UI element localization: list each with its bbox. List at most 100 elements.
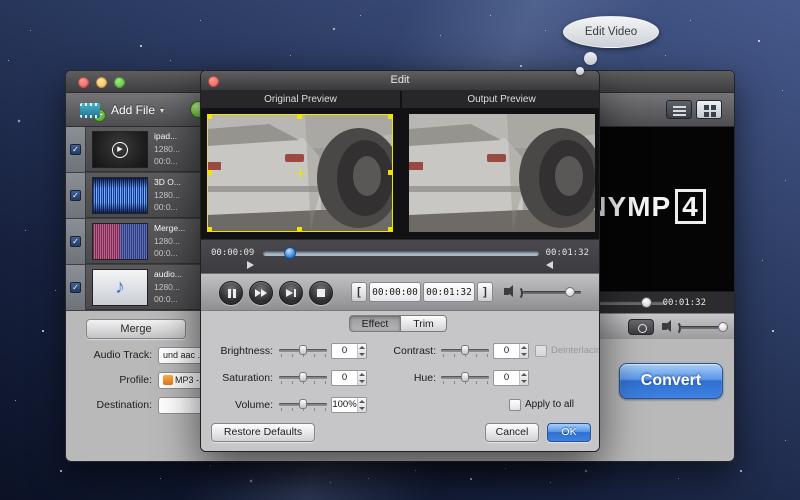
file-checkbox[interactable]: ✓	[70, 190, 81, 201]
checkbox-cell: ✓	[66, 219, 86, 264]
checkbox-cell: ✓	[66, 173, 86, 218]
brightness-value: 0	[332, 344, 357, 358]
hue-value-box[interactable]: 0	[493, 370, 529, 386]
crop-handle[interactable]	[297, 114, 302, 119]
preview-volume-knob[interactable]	[565, 287, 575, 297]
main-volume-slider[interactable]	[680, 326, 728, 329]
volume-label: Volume:	[205, 399, 273, 411]
checkbox-cell: ✓	[66, 265, 86, 310]
step-forward-button[interactable]	[279, 281, 303, 305]
restore-defaults-button[interactable]: Restore Defaults	[211, 423, 315, 442]
file-meta: Merge... 1280... 00:0...	[154, 222, 185, 260]
file-resolution: 1280...	[154, 189, 181, 202]
speaker-icon	[504, 288, 509, 295]
hue-value: 0	[494, 371, 519, 385]
minimize-icon[interactable]	[96, 77, 107, 88]
brightness-slider[interactable]	[279, 345, 327, 359]
stepper-icon[interactable]	[519, 344, 528, 358]
slider-thumb[interactable]	[461, 372, 469, 382]
crop-handle[interactable]	[297, 227, 302, 232]
crop-handle[interactable]	[207, 170, 212, 175]
audio-track-label: Audio Track:	[66, 349, 152, 361]
stepper-icon[interactable]	[357, 344, 366, 358]
edit-dialog-titlebar[interactable]: Edit	[201, 71, 599, 91]
file-checkbox[interactable]: ✓	[70, 236, 81, 247]
file-checkbox[interactable]: ✓	[70, 144, 81, 155]
deinterlacing-checkbox[interactable]	[535, 345, 547, 357]
slider-thumb[interactable]	[299, 372, 307, 382]
merge-button[interactable]: Merge	[86, 319, 186, 339]
apply-to-all-checkbox[interactable]	[509, 399, 521, 411]
checkbox-cell: ✓	[66, 127, 86, 172]
hue-slider[interactable]	[441, 372, 489, 386]
tab-effect[interactable]: Effect	[349, 315, 401, 332]
slider-thumb[interactable]	[461, 345, 469, 355]
seek-knob[interactable]	[641, 297, 652, 308]
dialog-buttons: Restore Defaults Cancel OK	[201, 423, 599, 449]
list-view-button[interactable]	[666, 100, 692, 119]
contrast-value-box[interactable]: 0	[493, 343, 529, 359]
file-meta: 3D O... 1280... 00:0...	[154, 176, 181, 214]
crop-handle[interactable]	[207, 114, 212, 119]
file-name: 3D O...	[154, 176, 181, 189]
crop-handle[interactable]	[388, 114, 393, 119]
brightness-value-box[interactable]: 0	[331, 343, 367, 359]
preview-header: Original Preview Output Preview	[201, 91, 599, 109]
close-icon[interactable]	[78, 77, 89, 88]
pause-button[interactable]	[219, 281, 243, 305]
file-checkbox[interactable]: ✓	[70, 282, 81, 293]
apply-to-all-label: Apply to all	[525, 399, 574, 410]
file-resolution: 1280...	[154, 281, 182, 294]
set-end-bracket-button[interactable]: ]	[477, 282, 493, 302]
tab-trim[interactable]: Trim	[401, 315, 447, 332]
convert-button[interactable]: Convert	[619, 363, 723, 399]
profile-label: Profile:	[66, 374, 152, 386]
stepper-icon[interactable]	[357, 398, 366, 412]
film-strip-icon	[80, 103, 100, 118]
hue-label: Hue:	[369, 372, 436, 384]
ok-button[interactable]: OK	[547, 423, 591, 442]
volume-effect-slider[interactable]	[279, 399, 327, 413]
zoom-icon[interactable]	[114, 77, 125, 88]
trim-end-marker[interactable]	[546, 261, 553, 269]
snapshot-camera-button[interactable]	[628, 319, 654, 335]
grid-view-button[interactable]	[696, 100, 722, 119]
trim-end-field[interactable]: 00:01:32	[423, 282, 475, 302]
contrast-slider[interactable]	[441, 345, 489, 359]
file-duration: 00:0...	[154, 201, 181, 214]
video-thumbnail: ▶	[92, 131, 148, 168]
contrast-label: Contrast:	[369, 345, 436, 357]
crop-handle[interactable]	[388, 170, 393, 175]
saturation-slider[interactable]	[279, 372, 327, 386]
stepper-icon[interactable]	[357, 371, 366, 385]
set-start-bracket-button[interactable]: [	[351, 282, 367, 302]
crop-handle[interactable]	[388, 227, 393, 232]
main-preview-time: 00:01:32	[663, 298, 706, 308]
file-name: Merge...	[154, 222, 185, 235]
crop-handle[interactable]	[207, 227, 212, 232]
volume-value-box[interactable]: 100%	[331, 397, 367, 413]
car-scene-image	[409, 114, 595, 232]
playback-controls: [ 00:00:00 00:01:32 ]	[201, 273, 599, 311]
preview-volume-slider[interactable]	[523, 291, 581, 294]
cancel-button[interactable]: Cancel	[485, 423, 539, 442]
crop-selection[interactable]	[207, 114, 393, 232]
stop-button[interactable]	[309, 281, 333, 305]
stepper-icon[interactable]	[519, 371, 528, 385]
effect-row-3: Volume: 100% Apply to all	[201, 397, 599, 415]
main-volume-knob[interactable]	[718, 322, 728, 332]
add-file-button[interactable]: + Add File ▾	[80, 98, 164, 122]
original-preview-frame[interactable]	[207, 114, 393, 232]
list-view-icon	[673, 106, 686, 108]
saturation-value-box[interactable]: 0	[331, 370, 367, 386]
fast-forward-button[interactable]	[249, 281, 273, 305]
slider-thumb[interactable]	[299, 345, 307, 355]
timeline-track[interactable]	[263, 251, 539, 256]
logo-4-box: 4	[675, 189, 706, 224]
file-resolution: 1280...	[154, 143, 180, 156]
timeline-knob[interactable]	[284, 247, 296, 259]
slider-thumb[interactable]	[299, 399, 307, 409]
edit-dialog-title: Edit	[201, 74, 599, 86]
trim-start-field[interactable]: 00:00:00	[369, 282, 421, 302]
trim-start-marker[interactable]	[247, 261, 254, 269]
